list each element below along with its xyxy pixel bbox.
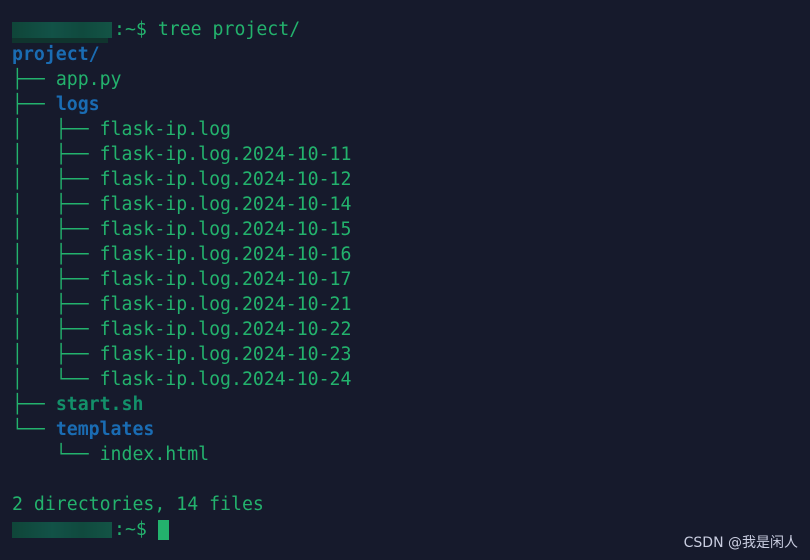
tree-entry: ├── logs [12,92,351,117]
tree-entry: │ ├── flask-ip.log.2024-10-14 [12,192,351,217]
file-name: flask-ip.log.2024-10-16 [99,244,352,265]
tree-root: project/ [12,44,100,65]
file-name: flask-ip.log.2024-10-22 [99,319,352,340]
prompt-suffix: :~$ [114,519,158,540]
tree-entry: │ ├── flask-ip.log.2024-10-22 [12,317,351,342]
tree-entry: └── templates [12,417,351,442]
redacted-username [12,22,112,38]
tree-branch-glyph: │ ├── [12,119,100,140]
tree-entry: ├── app.py [12,67,351,92]
file-name: flask-ip.log.2024-10-12 [99,169,352,190]
terminal-cursor[interactable] [157,520,169,540]
tree-entry: ├── start.sh [12,392,351,417]
file-name: app.py [55,69,122,90]
directory-name: logs [55,94,100,115]
tree-entry: │ ├── flask-ip.log.2024-10-23 [12,342,351,367]
tree-entry: │ ├── flask-ip.log.2024-10-12 [12,167,351,192]
tree-branch-glyph: │ ├── [12,244,100,265]
command-line: :~$ tree project/ [12,17,351,43]
command-text: tree project/ [157,19,301,40]
tree-entry: │ ├── flask-ip.log.2024-10-21 [12,292,351,317]
tree-entry: │ └── flask-ip.log.2024-10-24 [12,367,351,392]
tree-branch-glyph: │ ├── [12,294,100,315]
file-name: flask-ip.log.2024-10-23 [99,344,352,365]
file-name: flask-ip.log.2024-10-24 [99,369,352,390]
file-name: flask-ip.log.2024-10-17 [99,269,352,290]
redacted-username [12,522,112,538]
csdn-watermark: CSDN @我是闲人 [683,535,798,551]
file-name: start.sh [55,394,144,415]
tree-entry: │ ├── flask-ip.log.2024-10-11 [12,142,351,167]
tree-branch-glyph: └── [12,444,100,465]
tree-branch-glyph: │ ├── [12,344,100,365]
file-name: flask-ip.log.2024-10-21 [99,294,352,315]
tree-branch-glyph: │ ├── [12,194,100,215]
tree-entry: │ ├── flask-ip.log.2024-10-16 [12,242,351,267]
tree-branch-glyph: │ ├── [12,219,100,240]
tree-branch-glyph: ├── [12,394,56,415]
tree-branch-glyph: │ ├── [12,144,100,165]
tree-entry: │ ├── flask-ip.log.2024-10-15 [12,217,351,242]
file-name: flask-ip.log.2024-10-11 [99,144,352,165]
tree-branch-glyph: ├── [12,94,56,115]
tree-branch-glyph: └── [12,419,56,440]
tree-branch-glyph: │ └── [12,369,100,390]
tree-branch-glyph: │ ├── [12,319,100,340]
file-name: index.html [99,444,210,465]
file-name: flask-ip.log.2024-10-14 [99,194,352,215]
file-name: flask-ip.log.2024-10-15 [99,219,352,240]
terminal-output: :~$ tree project/ project/ ├── app.py ├──… [12,17,351,542]
tree-entry: │ ├── flask-ip.log.2024-10-17 [12,267,351,292]
tree-entries: ├── app.py ├── logs │ ├── flask-ip.log │ ├─… [12,67,351,467]
prompt-suffix: :~$ [114,19,158,40]
directory-name: templates [55,419,155,440]
tree-entry: │ ├── flask-ip.log [12,117,351,142]
tree-branch-glyph: │ ├── [12,169,100,190]
tree-summary: 2 directories, 14 files [12,494,264,515]
file-name: flask-ip.log [99,119,232,140]
active-prompt-line[interactable]: :~$ [12,517,351,542]
tree-branch-glyph: │ ├── [12,269,100,290]
tree-entry: └── index.html [12,442,351,467]
tree-branch-glyph: ├── [12,69,56,90]
